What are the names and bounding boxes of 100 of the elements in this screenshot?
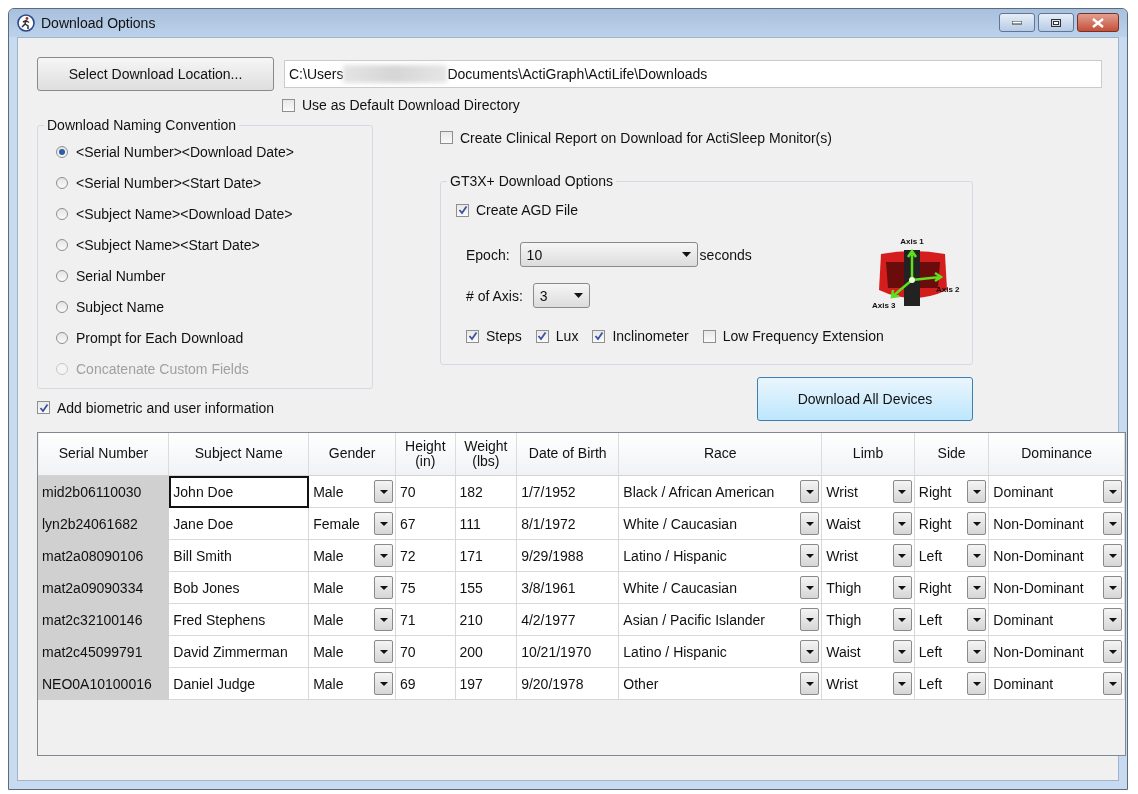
dropdown-button[interactable] — [1103, 544, 1122, 567]
combo-cell-value[interactable]: Other — [623, 675, 659, 692]
epoch-dropdown[interactable]: 10 — [519, 242, 698, 267]
dropdown-button[interactable] — [800, 576, 820, 599]
name-cell[interactable]: Bob Jones — [168, 571, 309, 604]
combo-cell-value[interactable]: Male — [313, 547, 344, 564]
dropdown-button[interactable] — [374, 672, 394, 695]
dropdown-button[interactable] — [892, 576, 912, 599]
caret-icon — [379, 617, 388, 622]
combo-cell-value[interactable]: Male — [313, 675, 344, 692]
naming-radio[interactable]: Subject Name — [56, 297, 372, 316]
column-header[interactable]: Height (in) — [395, 433, 455, 476]
dropdown-button[interactable] — [892, 544, 912, 567]
dropdown-button[interactable] — [800, 640, 820, 663]
agd-file-checkbox[interactable]: Create AGD File — [456, 202, 578, 218]
dropdown-button[interactable] — [1103, 672, 1122, 695]
column-header[interactable]: Race — [618, 433, 822, 476]
option-checkbox[interactable]: Inclinometer — [592, 328, 689, 344]
default-directory-checkbox[interactable]: Use as Default Download Directory — [282, 97, 520, 113]
dropdown-button[interactable] — [1103, 480, 1122, 503]
naming-radio[interactable]: <Serial Number><Start Date> — [56, 173, 372, 192]
minimize-button[interactable] — [999, 13, 1035, 32]
name-cell[interactable]: John Doe — [168, 475, 309, 508]
combo-cell-value[interactable]: Wrist — [826, 483, 858, 500]
select-location-button[interactable]: Select Download Location... — [37, 57, 274, 91]
dropdown-button[interactable] — [374, 480, 394, 503]
caret-icon — [805, 617, 814, 622]
column-header[interactable]: Subject Name — [168, 433, 309, 476]
dropdown-button[interactable] — [374, 544, 394, 567]
caret-icon — [898, 585, 907, 590]
dropdown-button[interactable] — [1103, 512, 1122, 535]
table-cell: 72 — [395, 539, 455, 572]
naming-radio[interactable]: <Serial Number><Download Date> — [56, 142, 372, 161]
combo-cell-value[interactable]: Waist — [826, 515, 861, 532]
dropdown-button[interactable] — [892, 480, 912, 503]
column-header[interactable]: Weight (lbs) — [455, 433, 517, 476]
option-checkbox[interactable]: Low Frequency Extension — [702, 328, 884, 344]
dropdown-button[interactable] — [892, 672, 912, 695]
option-checkbox[interactable]: Lux — [535, 328, 579, 344]
column-header[interactable]: Limb — [821, 433, 915, 476]
checkmark-icon — [593, 331, 604, 341]
combo-cell-value[interactable]: Thigh — [826, 611, 862, 628]
combo-cell-value[interactable]: Male — [313, 579, 344, 596]
dropdown-button[interactable] — [374, 512, 394, 535]
dropdown-button[interactable] — [800, 608, 820, 631]
option-checkbox[interactable]: Steps — [466, 328, 522, 344]
name-cell[interactable]: David Zimmerman — [168, 635, 309, 668]
dropdown-button[interactable] — [1103, 640, 1122, 663]
dropdown-button[interactable] — [967, 544, 987, 567]
dropdown-button[interactable] — [374, 608, 394, 631]
maximize-icon — [1051, 18, 1061, 27]
dropdown-button[interactable] — [967, 576, 987, 599]
naming-radio[interactable]: <Subject Name><Download Date> — [56, 204, 372, 223]
column-header[interactable]: Gender — [308, 433, 396, 476]
combo-cell-value[interactable]: Left — [918, 643, 943, 660]
dropdown-button[interactable] — [800, 480, 820, 503]
combo-cell-value[interactable]: Male — [313, 611, 344, 628]
path-field[interactable]: C:\Users Documents\ActiGraph\ActiLife\Downloads — [284, 60, 1102, 88]
dropdown-button[interactable] — [800, 544, 820, 567]
axis-label: # of Axis: — [466, 287, 523, 304]
dropdown-button[interactable] — [800, 672, 820, 695]
maximize-button[interactable] — [1038, 13, 1074, 32]
column-header[interactable]: Serial Number — [38, 433, 169, 476]
combo-cell-value[interactable]: Male — [313, 643, 344, 660]
combo-cell-value[interactable]: Wrist — [826, 675, 858, 692]
clinical-report-checkbox[interactable]: Create Clinical Report on Download for ActiSleep Monitor(s) — [440, 129, 832, 146]
column-header[interactable]: Side — [914, 433, 989, 476]
name-cell[interactable]: Jane Doe — [168, 507, 309, 540]
name-cell[interactable]: Fred Stephens — [168, 603, 309, 636]
dropdown-button[interactable] — [374, 576, 394, 599]
dropdown-button[interactable] — [892, 640, 912, 663]
combo-cell-value[interactable]: Left — [918, 675, 943, 692]
dropdown-button[interactable] — [967, 608, 987, 631]
column-header[interactable]: Dominance — [988, 433, 1125, 476]
naming-radio[interactable]: Serial Number — [56, 266, 372, 285]
dropdown-button[interactable] — [374, 640, 394, 663]
dropdown-button[interactable] — [967, 512, 987, 535]
dropdown-button[interactable] — [1103, 608, 1122, 631]
download-all-button[interactable]: Download All Devices — [757, 377, 973, 421]
combo-cell-value[interactable]: Thigh — [826, 579, 862, 596]
dropdown-button[interactable] — [967, 480, 987, 503]
combo-cell-value[interactable]: Wrist — [826, 547, 858, 564]
dropdown-button[interactable] — [967, 640, 987, 663]
combo-cell-value[interactable]: Left — [918, 611, 943, 628]
biometric-checkbox[interactable]: Add biometric and user information — [37, 399, 275, 416]
combo-cell-value[interactable]: Left — [918, 547, 943, 564]
column-header[interactable]: Date of Birth — [516, 433, 619, 476]
combo-cell-value[interactable]: Waist — [826, 643, 861, 660]
dropdown-button[interactable] — [892, 512, 912, 535]
naming-radio[interactable]: Prompt for Each Download — [56, 328, 372, 347]
dropdown-button[interactable] — [1103, 576, 1122, 599]
close-button[interactable] — [1077, 13, 1119, 32]
combo-cell-value[interactable]: Male — [313, 483, 344, 500]
dropdown-button[interactable] — [892, 608, 912, 631]
axis-dropdown[interactable]: 3 — [532, 283, 590, 308]
dropdown-button[interactable] — [800, 512, 820, 535]
dropdown-button[interactable] — [967, 672, 987, 695]
name-cell[interactable]: Daniel Judge — [168, 667, 309, 700]
name-cell[interactable]: Bill Smith — [168, 539, 309, 572]
naming-radio[interactable]: <Subject Name><Start Date> — [56, 235, 372, 254]
